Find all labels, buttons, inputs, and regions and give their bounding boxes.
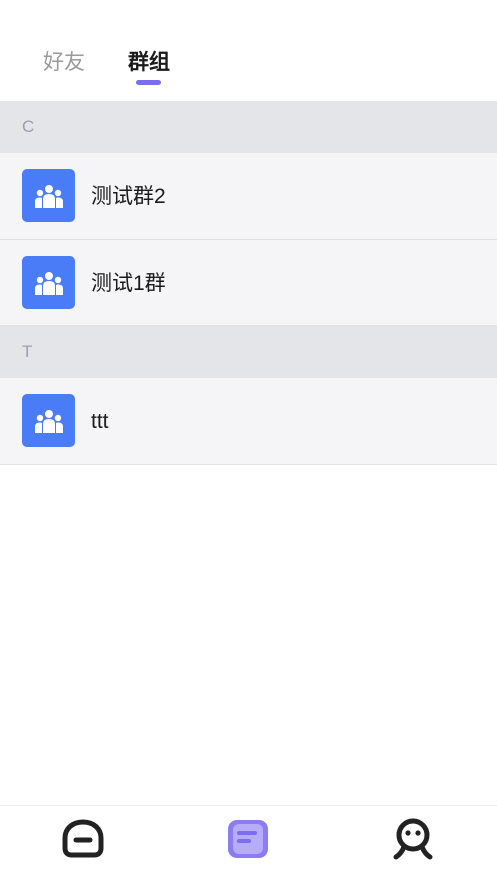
tab-groups[interactable]: 群组 xyxy=(128,48,170,78)
tab-friends[interactable]: 好友 xyxy=(43,48,85,78)
group-avatar xyxy=(22,394,75,447)
group-people-icon xyxy=(34,271,63,295)
group-name: 测试1群 xyxy=(91,272,166,295)
messages-icon xyxy=(228,820,268,858)
group-list: C 测试群2 测试1群 T ttt xyxy=(0,101,497,465)
home-icon xyxy=(62,819,104,858)
group-people-icon xyxy=(34,409,63,433)
profile-icon xyxy=(393,818,433,860)
group-name: 测试群2 xyxy=(91,185,166,208)
section-header-c: C xyxy=(0,101,497,153)
group-people-icon xyxy=(34,184,63,208)
group-row[interactable]: 测试群2 xyxy=(0,153,497,240)
bottom-nav xyxy=(0,805,497,883)
active-tab-indicator xyxy=(136,80,161,85)
section-header-t: T xyxy=(0,326,497,378)
group-avatar xyxy=(22,169,75,222)
group-row[interactable]: 测试1群 xyxy=(0,240,497,326)
group-avatar xyxy=(22,256,75,309)
group-row[interactable]: ttt xyxy=(0,378,497,465)
nav-profile[interactable] xyxy=(390,816,436,862)
nav-messages[interactable] xyxy=(225,816,271,862)
nav-home[interactable] xyxy=(60,816,106,862)
group-name: ttt xyxy=(91,410,109,433)
top-tabs: 好友 群组 xyxy=(0,0,497,101)
